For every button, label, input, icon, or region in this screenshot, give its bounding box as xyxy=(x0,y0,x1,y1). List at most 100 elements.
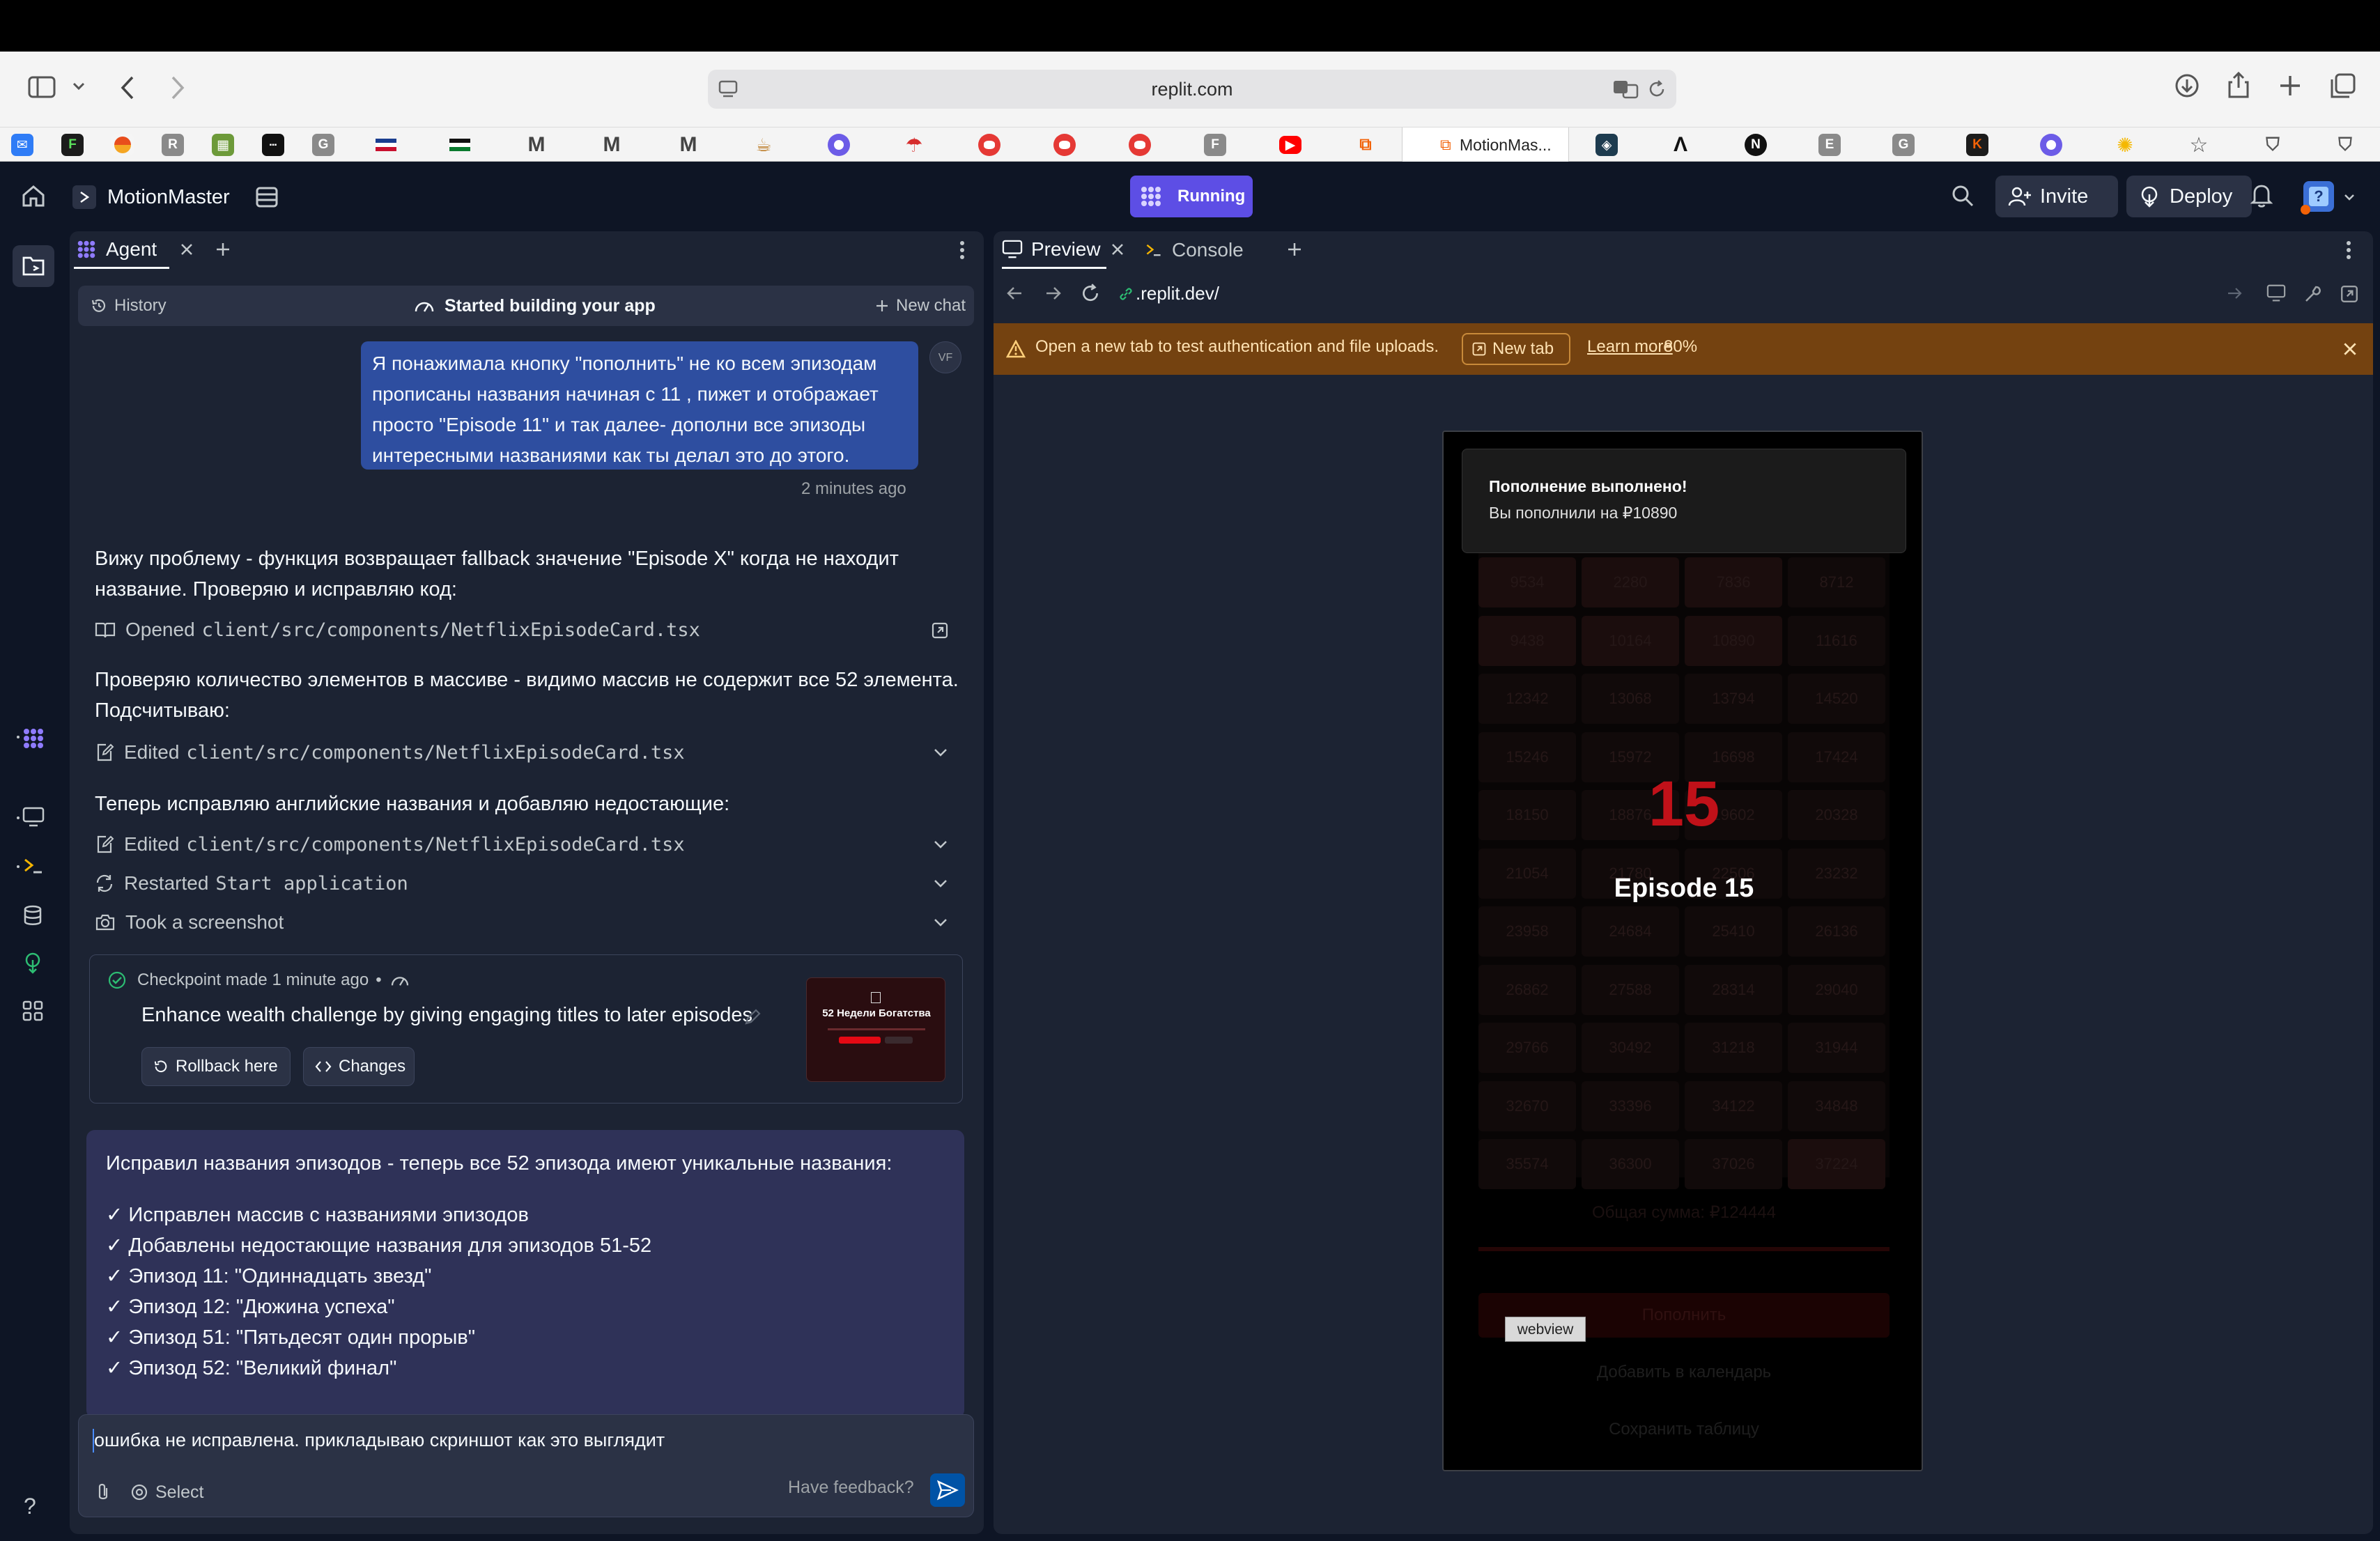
record-icon[interactable] xyxy=(1129,134,1151,156)
m-icon[interactable]: M xyxy=(677,133,700,156)
new-chat-button[interactable]: New chat xyxy=(875,286,966,326)
chevron-down-icon[interactable] xyxy=(932,875,949,892)
tab-preview[interactable]: Preview xyxy=(1002,231,1106,269)
learn-more-link[interactable]: Learn more xyxy=(1587,337,1673,357)
forward-icon[interactable] xyxy=(170,75,185,100)
project-name[interactable]: MotionMaster xyxy=(107,183,230,212)
flag2-icon[interactable] xyxy=(449,134,471,156)
record-icon[interactable] xyxy=(978,134,1000,156)
action-screenshot[interactable]: Took a screenshot xyxy=(95,904,959,940)
action-opened-file[interactable]: Opened client/src/components/NetflixEpis… xyxy=(95,612,959,648)
n-icon[interactable]: N xyxy=(1745,134,1767,156)
add-tab-icon[interactable] xyxy=(215,241,231,258)
close-icon[interactable] xyxy=(2342,341,2358,357)
f-icon[interactable]: F xyxy=(1204,134,1226,156)
translate-icon[interactable] xyxy=(1612,78,1640,100)
tab-console[interactable]: Console xyxy=(1144,231,1244,269)
device-icon[interactable] xyxy=(2266,284,2287,302)
open-external-icon[interactable] xyxy=(931,621,949,640)
rollback-button[interactable]: Rollback here xyxy=(141,1047,291,1086)
dark-icon[interactable]: ▪▪▪ xyxy=(262,134,284,156)
youtube-icon[interactable]: ▶ xyxy=(1279,136,1301,154)
flag-icon[interactable] xyxy=(375,134,397,156)
g-icon[interactable]: G xyxy=(1892,134,1915,156)
active-browser-tab[interactable]: ⧉ MotionMas... xyxy=(1402,127,1569,162)
chevron-down-icon[interactable] xyxy=(932,914,949,931)
umbrella-icon[interactable]: ☂ xyxy=(903,134,925,156)
forward-icon[interactable] xyxy=(1044,284,1062,302)
replit-icon[interactable]: ⧉ xyxy=(1354,134,1377,156)
more-options-icon[interactable] xyxy=(959,240,966,261)
tab-agent[interactable]: Agent xyxy=(74,231,170,269)
action-restarted[interactable]: Restarted Start application xyxy=(95,865,959,901)
database-icon[interactable] xyxy=(22,904,43,927)
star-icon[interactable]: ☆ xyxy=(2188,134,2210,157)
e-icon[interactable]: E xyxy=(1818,134,1841,156)
search-icon[interactable] xyxy=(1951,184,1975,208)
action-edited-file[interactable]: Edited client/src/components/NetflixEpis… xyxy=(95,826,959,862)
file-tree-toggle[interactable] xyxy=(13,245,54,287)
address-bar[interactable]: replit.com xyxy=(708,70,1676,109)
circle-icon[interactable] xyxy=(828,134,850,156)
shield-icon[interactable]: ⛉ xyxy=(2262,134,2284,156)
preview-url-bar[interactable]: .replit.dev/ xyxy=(1115,279,2110,308)
workspace-icon[interactable] xyxy=(255,185,279,209)
chip-icon[interactable]: ◈ xyxy=(1595,134,1618,156)
chevron-down-icon[interactable] xyxy=(932,744,949,761)
new-tab-button[interactable]: New tab xyxy=(1462,333,1570,365)
history-button[interactable]: History xyxy=(91,286,167,326)
run-button[interactable]: Running xyxy=(1130,176,1253,217)
back-icon[interactable] xyxy=(120,75,135,100)
console-icon[interactable] xyxy=(22,855,45,876)
agent-icon[interactable] xyxy=(22,727,45,750)
more-options-icon[interactable] xyxy=(2345,240,2352,261)
help-icon[interactable]: ? xyxy=(24,1494,36,1519)
avatar[interactable]: ? xyxy=(2301,181,2334,215)
close-icon[interactable] xyxy=(1111,242,1125,256)
a-icon[interactable]: Λ xyxy=(1669,133,1692,156)
chevron-down-icon[interactable] xyxy=(932,836,949,853)
add-tab-icon[interactable] xyxy=(1286,241,1303,258)
open-external-icon[interactable] xyxy=(2340,284,2359,304)
record-icon[interactable] xyxy=(1053,134,1076,156)
arrow-right-icon[interactable] xyxy=(2227,286,2243,301)
bowl-icon[interactable]: ☕ xyxy=(752,134,775,156)
shield-icon[interactable]: ⛉ xyxy=(2334,134,2356,156)
share-icon[interactable] xyxy=(2227,71,2250,99)
bell-icon[interactable] xyxy=(2250,183,2273,208)
reload-icon[interactable] xyxy=(1080,283,1101,304)
download-icon[interactable] xyxy=(2174,72,2200,99)
invite-button[interactable]: Invite xyxy=(1995,176,2118,217)
r-icon[interactable]: R xyxy=(162,134,184,156)
reload-icon[interactable] xyxy=(1647,79,1667,99)
g-icon[interactable]: G xyxy=(312,134,334,156)
close-icon[interactable] xyxy=(180,242,194,256)
changes-button[interactable]: Changes xyxy=(303,1047,415,1086)
send-button[interactable] xyxy=(930,1473,965,1507)
sun-icon[interactable]: ✺ xyxy=(2114,134,2136,156)
chevron-down-icon[interactable] xyxy=(72,82,85,91)
deployments-icon[interactable] xyxy=(22,952,43,974)
attach-icon[interactable] xyxy=(94,1482,112,1503)
chevron-down-icon[interactable] xyxy=(2344,194,2355,201)
new-tab-icon[interactable] xyxy=(2278,74,2302,98)
feedback-link[interactable]: Have feedback? xyxy=(788,1478,914,1498)
home-icon[interactable] xyxy=(21,184,46,208)
devtools-icon[interactable] xyxy=(2303,284,2323,304)
green-icon[interactable]: ▦ xyxy=(212,134,234,156)
preview-icon[interactable] xyxy=(22,807,45,828)
circle-icon[interactable] xyxy=(2040,134,2062,156)
pencil-icon[interactable] xyxy=(743,1008,762,1026)
k-icon[interactable]: K xyxy=(1966,134,1988,156)
chat-input[interactable]: ошибка не исправлена. прикладываю скринш… xyxy=(94,1426,665,1454)
sidebar-toggle-icon[interactable] xyxy=(28,75,57,99)
action-edited-file[interactable]: Edited client/src/components/NetflixEpis… xyxy=(95,734,959,770)
deploy-button[interactable]: Deploy xyxy=(2126,176,2252,217)
f-icon[interactable]: F xyxy=(61,134,84,156)
m-icon[interactable]: M xyxy=(525,133,548,156)
app-webview[interactable]: 9534 2280 7836 8712 9438 10164 10890 11616 12342… xyxy=(1442,431,1923,1471)
select-element-button[interactable]: Select xyxy=(130,1480,203,1504)
mail-icon[interactable]: ✉ xyxy=(11,134,33,156)
back-icon[interactable] xyxy=(1006,284,1024,302)
checkpoint-thumbnail[interactable]: 52 Недели Богатства xyxy=(806,977,945,1082)
